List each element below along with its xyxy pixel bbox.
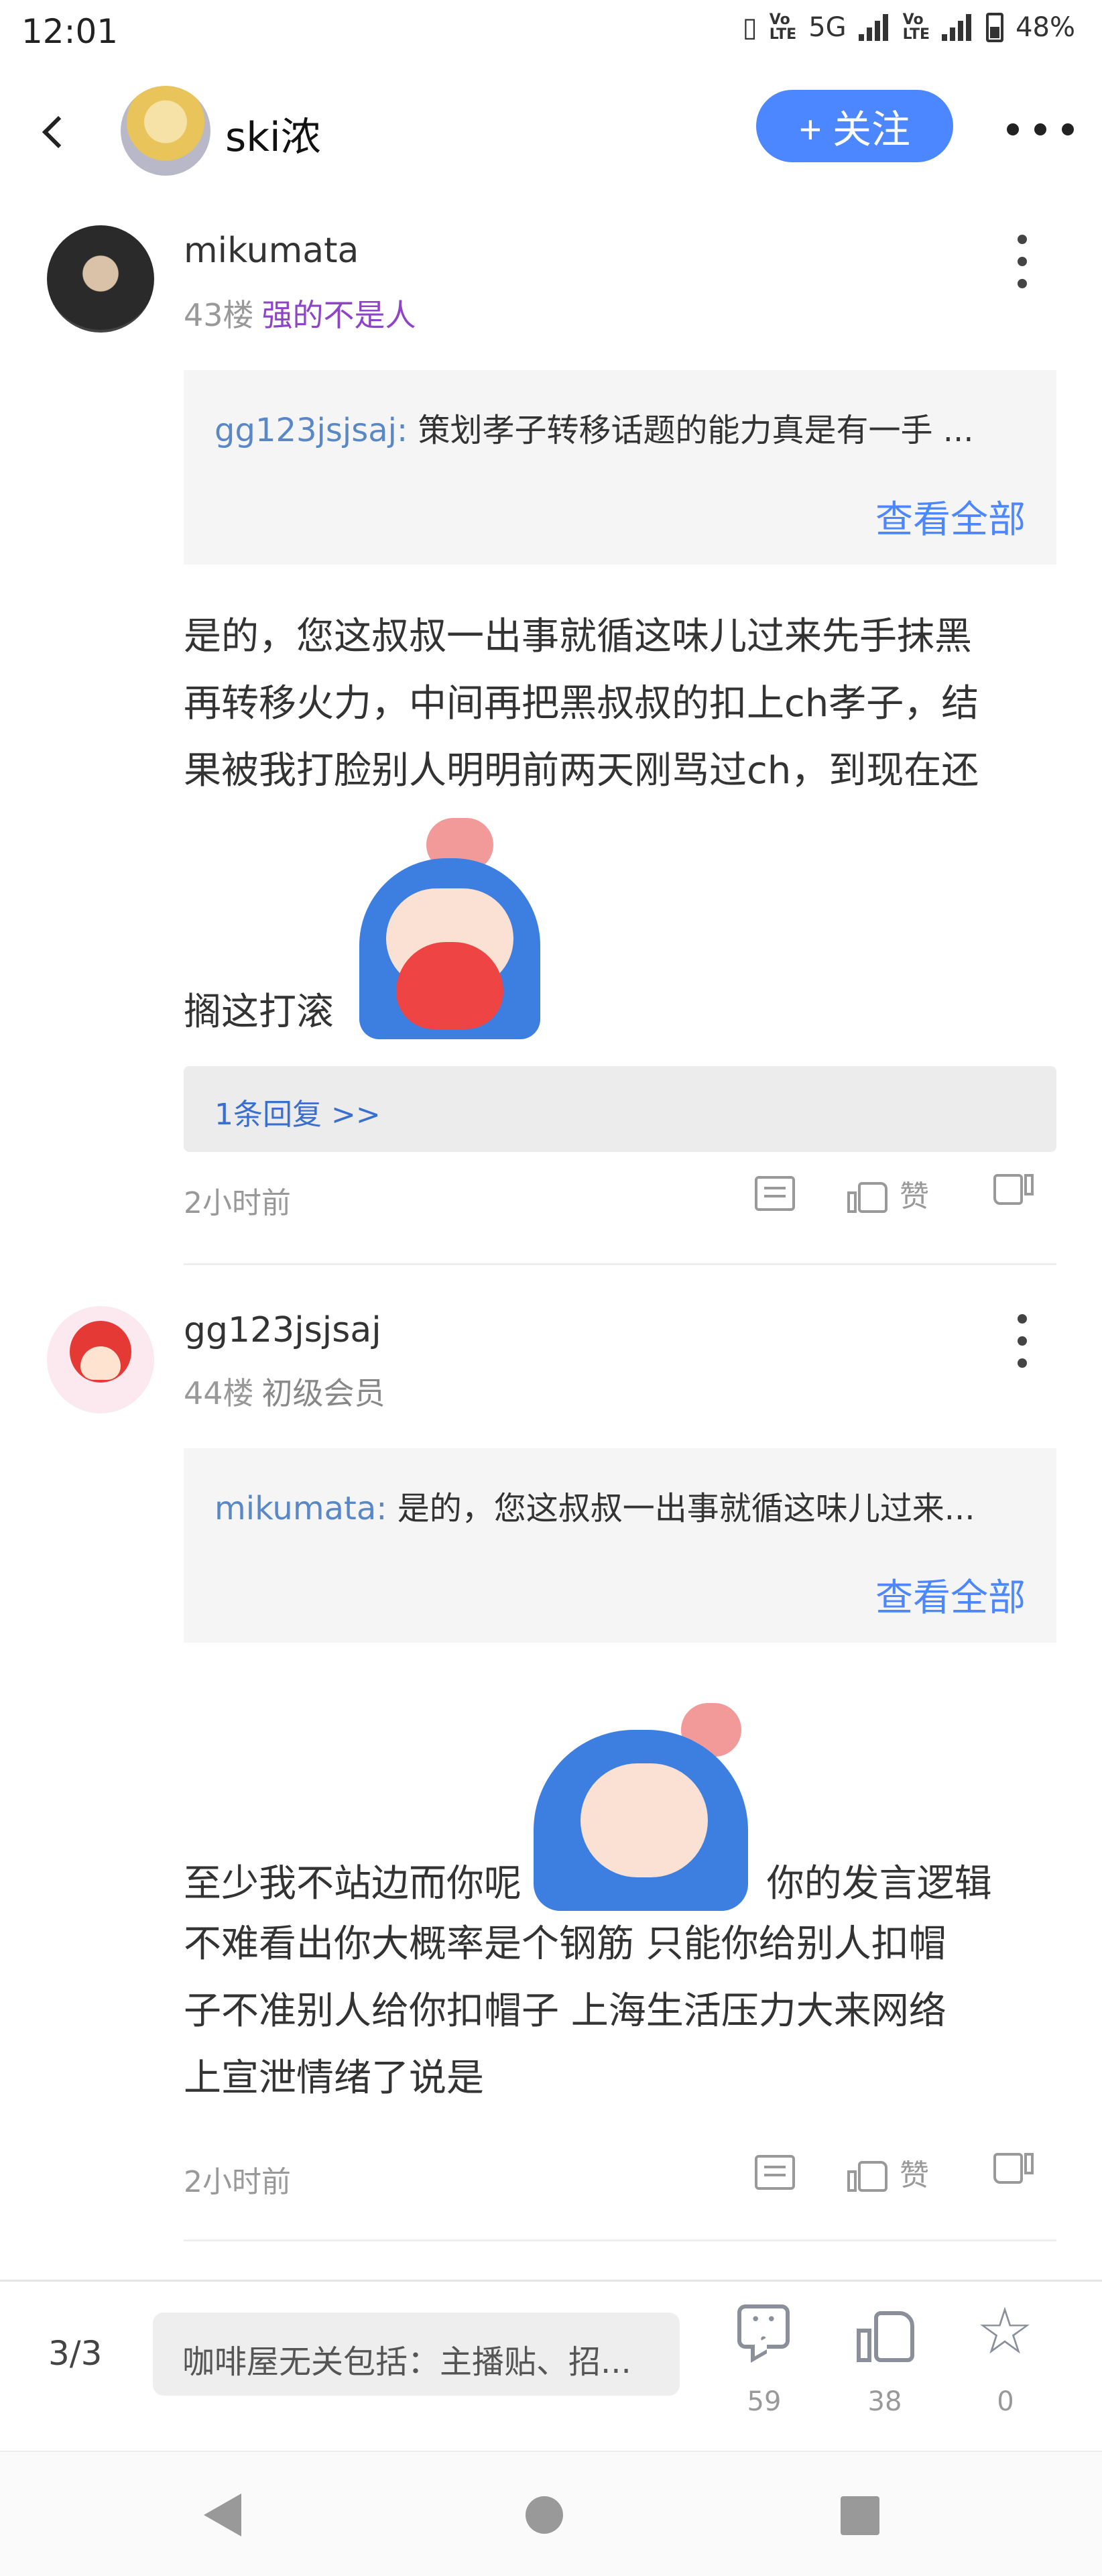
comment-icon [737, 2304, 790, 2350]
author-name[interactable]: ski浓 [225, 105, 321, 163]
floor-info: 44楼 初级会员 [184, 1369, 385, 1413]
quoted-reply[interactable]: mikumata: 是的，您这叔叔一出事就循这味儿过来... 查看全部 [184, 1448, 1056, 1643]
username[interactable]: mikumata [184, 231, 359, 271]
view-all-link[interactable]: 查看全部 [875, 1568, 1026, 1622]
bottom-action-bar: 3/3 咖啡屋无关包括：主播贴、招... 59 38 ☆ 0 [0, 2280, 1102, 2449]
signal-icon [858, 14, 891, 41]
vibrate-icon: ▯ [742, 12, 757, 43]
thumbs-up-icon [857, 2302, 917, 2362]
post-content: 至少我不站边而你呢 你的发言逻辑 不难看出你大概率是个钢筋 只能你给别人扣帽 子… [184, 1703, 1068, 2112]
more-vertical-icon[interactable] [1012, 235, 1032, 288]
post-actions: 赞 [755, 2151, 1034, 2194]
reply-post-44: gg123jsjsaj 44楼 初级会员 mikumata: 是的，您这叔叔一出事… [0, 1301, 1102, 2253]
floor-info: 43楼 强的不是人 [184, 291, 416, 335]
system-back-icon[interactable] [204, 2494, 241, 2536]
member-rank: 强的不是人 [261, 297, 416, 333]
like-count: 38 [867, 2386, 902, 2417]
author-avatar[interactable] [121, 86, 210, 176]
divider [184, 1263, 1056, 1265]
more-horizontal-icon[interactable] [1007, 119, 1074, 139]
member-rank: 初级会员 [261, 1375, 385, 1411]
network-type: 5G [808, 12, 847, 43]
thumbs-up-icon[interactable] [847, 1174, 887, 1213]
system-navigation-bar [0, 2451, 1102, 2576]
avatar[interactable] [47, 225, 154, 333]
heart-sticker-image [346, 818, 547, 1039]
view-all-link[interactable]: 查看全部 [875, 489, 1026, 544]
volte-icon-2: Vo LTE [902, 11, 930, 43]
more-vertical-icon[interactable] [1012, 1314, 1032, 1368]
comment-count: 59 [747, 2386, 782, 2417]
volte-icon: Vo LTE [769, 11, 797, 43]
reply-input-placeholder: 咖啡屋无关包括：主播贴、招... [182, 2343, 631, 2381]
status-time: 12:01 [21, 12, 119, 51]
quote-user: mikumata: [215, 1490, 387, 1527]
comment-icon[interactable] [755, 2155, 795, 2190]
quoted-reply[interactable]: gg123jsjsaj: 策划孝子转移话题的能力真是有一手 ... 查看全部 [184, 370, 1056, 565]
comment-count-button[interactable]: 59 [724, 2302, 804, 2422]
like-label[interactable]: 赞 [900, 2151, 929, 2194]
thumbs-down-icon[interactable] [993, 1174, 1034, 1213]
floor-number: 43楼 [184, 297, 254, 333]
sad-sticker-image [533, 1703, 755, 1911]
post-content: 是的，您这叔叔一出事就循这味儿过来先手抹黑 再转移火力，中间再把黑叔叔的扣上ch… [184, 603, 1068, 1039]
follow-button[interactable]: + 关注 [756, 90, 953, 162]
comment-icon[interactable] [755, 1176, 795, 1211]
system-recents-icon[interactable] [841, 2496, 879, 2535]
favorite-count: 0 [997, 2386, 1014, 2417]
quote-text: gg123jsjsaj: 策划孝子转移话题的能力真是有一手 ... [215, 412, 974, 449]
reply-input-box[interactable]: 咖啡屋无关包括：主播贴、招... [153, 2312, 680, 2396]
battery-percent: 48% [1016, 12, 1075, 43]
floor-number: 44楼 [184, 1375, 254, 1411]
signal-icon-2 [942, 14, 974, 41]
status-icons: ▯ Vo LTE 5G Vo LTE 48% [743, 12, 1075, 43]
back-arrow-icon[interactable] [35, 107, 75, 154]
thumbs-down-icon[interactable] [993, 2153, 1034, 2192]
battery-icon [986, 13, 1004, 42]
avatar[interactable] [47, 1306, 154, 1413]
post-time: 2小时前 [184, 1186, 291, 1220]
post-time: 2小时前 [184, 2165, 291, 2199]
reply-post-43: mikumata 43楼 强的不是人 gg123jsjsaj: 策划孝子转移话题的… [0, 221, 1102, 1267]
quote-user: gg123jsjsaj: [215, 412, 408, 449]
divider [184, 2239, 1056, 2241]
quote-text: mikumata: 是的，您这叔叔一出事就循这味儿过来... [215, 1490, 975, 1527]
page-indicator[interactable]: 3/3 [48, 2334, 102, 2373]
like-label[interactable]: 赞 [900, 1172, 929, 1215]
nav-header: ski浓 + 关注 [0, 80, 1102, 181]
like-count-button[interactable]: 38 [845, 2302, 925, 2422]
status-bar: 12:01 ▯ Vo LTE 5G Vo LTE 48% [0, 0, 1102, 74]
post-actions: 赞 [755, 1172, 1034, 1215]
replies-link[interactable]: 1条回复 >> [184, 1066, 1056, 1152]
star-icon: ☆ [976, 2294, 1034, 2369]
username[interactable]: gg123jsjsaj [184, 1310, 381, 1350]
thumbs-up-icon[interactable] [847, 2153, 887, 2192]
favorite-button[interactable]: ☆ 0 [965, 2298, 1046, 2422]
system-home-icon[interactable] [526, 2496, 563, 2534]
